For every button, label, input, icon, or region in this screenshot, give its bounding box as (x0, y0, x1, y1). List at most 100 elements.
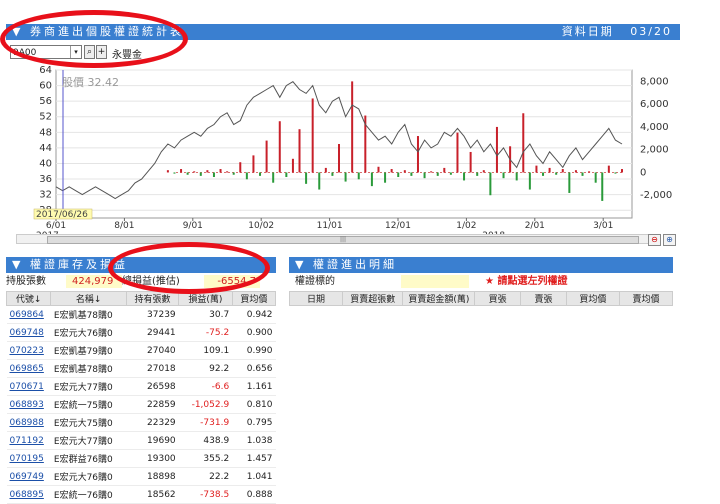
volume-bar (166, 170, 169, 173)
cell-name: E宏凱基79購0 (50, 341, 127, 360)
cell-code[interactable]: 070223 (6, 341, 51, 360)
cell-name: E宏元大76購0 (50, 323, 127, 342)
select-hint: ★ 請點選左列權證 (485, 276, 568, 287)
cell-code[interactable]: 068893 (6, 395, 51, 414)
zoom-in-icon[interactable]: ⊕ (663, 234, 676, 246)
volume-bar (581, 172, 584, 176)
volume-bar (291, 158, 294, 173)
cell-name: E宏凱基78購0 (50, 359, 127, 378)
col-sell-qty[interactable]: 賣張 (520, 291, 567, 306)
col-name[interactable]: 名稱↓ (50, 291, 127, 306)
x-tick-label: 6/01 (46, 221, 66, 231)
col-pnl[interactable]: 損益(萬) (178, 291, 233, 306)
volume-bar (574, 170, 577, 173)
cell-code[interactable]: 069748 (6, 323, 51, 342)
cell-code[interactable]: 068895 (6, 485, 51, 504)
volume-bar (285, 172, 288, 178)
col-sell-avg[interactable]: 賣均價 (618, 291, 674, 306)
cell-qty: 29441 (126, 323, 179, 342)
cell-name: E宏統一75購0 (50, 395, 127, 414)
volume-bar (384, 172, 387, 183)
table-row[interactable]: 068895 E宏統一76購0 18562 -738.5 0.888 (6, 485, 276, 504)
cell-code[interactable]: 069864 (6, 305, 51, 324)
table-row[interactable]: 071192 E宏元大77購0 19690 438.9 1.038 (6, 431, 276, 450)
table-row[interactable]: 070671 E宏元大77購0 26598 -6.6 1.161 (6, 377, 276, 396)
table-row[interactable]: 069865 E宏凱基78購0 27018 92.2 0.656 (6, 359, 276, 378)
detail-title: 權證進出明細 (312, 258, 397, 271)
volume-bar (212, 172, 215, 178)
right-tick-label: 4,000 (640, 122, 669, 133)
left-tick-label: 40 (39, 158, 52, 169)
inventory-table: 代號↓ 名稱↓ 持有張數 損益(萬) 買均價 069864 E宏凱基78購0 372… (5, 291, 277, 504)
left-tick-label: 32 (39, 190, 52, 201)
col-code[interactable]: 代號↓ (5, 291, 52, 306)
col-buy-avg[interactable]: 買均價 (565, 291, 620, 306)
cell-code[interactable]: 070671 (6, 377, 51, 396)
volume-bar (535, 165, 538, 173)
table-row[interactable]: 068893 E宏統一75購0 22859 -1,052.9 0.810 (6, 395, 276, 414)
volume-bar (265, 140, 268, 173)
volume-bar (252, 155, 255, 173)
volume-bar (305, 172, 308, 184)
volume-bar (515, 172, 518, 181)
cell-name: E宏元大77購0 (50, 377, 127, 396)
col-qty[interactable]: 持有張數 (125, 291, 180, 306)
zoom-out-icon[interactable]: ⊖ (648, 234, 661, 246)
add-button[interactable]: + (96, 45, 107, 59)
volume-bar (423, 172, 426, 179)
col-buy-qty[interactable]: 買張 (474, 291, 522, 306)
cell-code[interactable]: 071192 (6, 431, 51, 450)
volume-bar (463, 172, 466, 181)
volume-bar (324, 167, 327, 173)
volume-bar (351, 81, 354, 173)
volume-bar (561, 169, 564, 173)
table-row[interactable]: 069748 E宏元大76購0 29441 -75.2 0.900 (6, 323, 276, 342)
volume-bar (219, 169, 222, 173)
cell-avg: 0.888 (232, 485, 276, 504)
cell-code[interactable]: 070195 (6, 449, 51, 468)
left-tick-label: 60 (39, 81, 52, 92)
price-chart[interactable]: 28323640444852566064 8,0006,0004,0002,00… (6, 64, 680, 246)
col-avg[interactable]: 買均價 (231, 291, 277, 306)
chevron-down-icon[interactable]: ▾ (70, 46, 81, 58)
cell-name: E宏凱基78購0 (50, 305, 127, 324)
inventory-summary: 持股張數 424,979 總損益(推估) -6554.7 (6, 275, 276, 288)
volume-bar (390, 169, 393, 173)
col-date[interactable]: 日期 (288, 291, 344, 306)
cell-qty: 27040 (126, 341, 179, 360)
x-tick-label: 8/01 (114, 221, 134, 231)
volume-bar (338, 144, 340, 173)
holding-label: 持股張數 (6, 276, 46, 287)
table-row[interactable]: 069864 E宏凱基78購0 37239 30.7 0.942 (6, 305, 276, 324)
chart-scrollbar[interactable]: ||| (16, 234, 650, 244)
cell-avg: 1.038 (232, 431, 276, 450)
right-tick-label: 2,000 (640, 145, 669, 156)
cell-code[interactable]: 068988 (6, 413, 51, 432)
volume-bar (594, 172, 597, 183)
scroll-thumb[interactable]: ||| (47, 236, 639, 244)
volume-bar (357, 172, 360, 180)
table-row[interactable]: 068988 E宏元大75購0 22329 -731.9 0.795 (6, 413, 276, 432)
volume-bar (614, 172, 617, 174)
x-tick-label: 1/02 (456, 221, 476, 231)
search-icon[interactable]: ⌕ (84, 45, 95, 59)
col-net-amount[interactable]: 買賣超金額(萬) (402, 291, 476, 306)
cell-qty: 22329 (126, 413, 179, 432)
volume-bar (601, 172, 604, 201)
cell-qty: 18562 (126, 485, 179, 504)
cell-avg: 0.990 (232, 341, 276, 360)
cell-code[interactable]: 069865 (6, 359, 51, 378)
x-tick-label: 11/01 (317, 221, 343, 231)
cell-avg: 0.795 (232, 413, 276, 432)
table-row[interactable]: 070195 E宏群益76購0 19300 355.2 1.457 (6, 449, 276, 468)
left-tick-label: 64 (39, 65, 52, 76)
volume-bar (311, 98, 314, 173)
volume-bar (621, 169, 623, 173)
pnl-value: -6554.7 (204, 275, 260, 288)
volume-bar (528, 172, 531, 190)
col-net-qty[interactable]: 買賣超張數 (342, 291, 404, 306)
volume-bar (588, 171, 591, 173)
broker-combo[interactable]: 9A00 ▾ (10, 45, 82, 59)
cell-name: E宏群益76購0 (50, 449, 127, 468)
table-row[interactable]: 070223 E宏凱基79購0 27040 109.1 0.990 (6, 341, 276, 360)
